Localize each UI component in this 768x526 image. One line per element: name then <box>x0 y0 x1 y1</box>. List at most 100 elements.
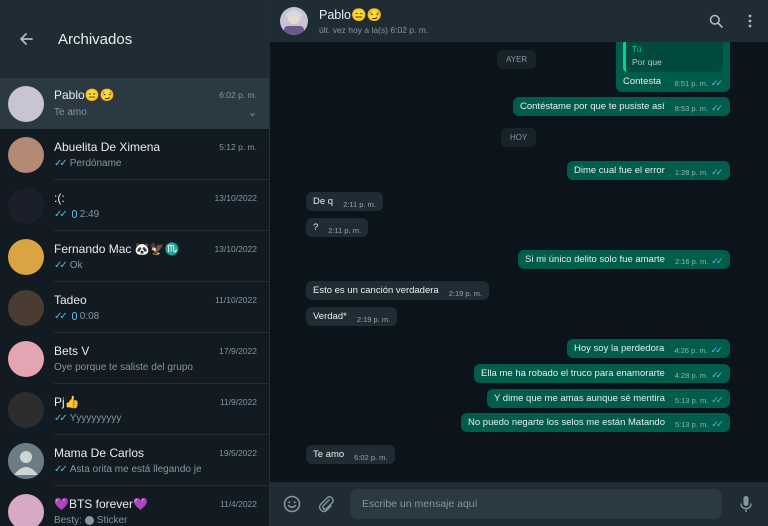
avatar[interactable] <box>8 391 44 428</box>
message-bubble-outgoing[interactable]: Y dime que me amas aunque sé mentira 5:1… <box>487 389 731 408</box>
emoji-icon[interactable] <box>282 494 302 514</box>
avatar[interactable] <box>8 442 44 479</box>
chat-item-body: Bets V 17/9/2022 Oye porque te saliste del… <box>54 333 269 384</box>
read-ticks-icon: ✓✓ <box>711 370 723 380</box>
message-text: Ella me ha robado el truco para enamorar… <box>481 368 665 379</box>
message-time: 4:26 p. m. <box>674 346 708 355</box>
contact-name: Pablo😑😏 <box>319 7 383 22</box>
chat-list-item[interactable]: Bets V 17/9/2022 Oye porque te saliste del… <box>0 333 269 384</box>
avatar[interactable] <box>8 340 44 377</box>
chat-name: Pj👍 <box>54 394 80 409</box>
message-bubble-outgoing[interactable]: Hoy soy la perdedora 4:26 p. m. ✓✓ <box>567 339 730 358</box>
conversation-panel: Pablo😑😏 últ. vez hoy a la(s) 6:02 p. m. … <box>270 0 768 526</box>
chat-item-body: 💜BTS forever💜 11/4/2022 Besty: Sticker <box>54 486 269 526</box>
preview-text: 2:49 <box>79 208 100 220</box>
message-time: 8:51 p. m. <box>674 79 708 88</box>
avatar[interactable] <box>8 85 44 122</box>
chat-list-item[interactable]: :(: 13/10/2022 ✓✓ 2:49 <box>0 180 269 231</box>
voice-note-icon <box>71 312 77 320</box>
message-bubble-outgoing[interactable]: Contéstame por que te pusiste así 8:53 p… <box>513 97 731 116</box>
chat-list-item[interactable]: Tadeo 11/10/2022 ✓✓ 0:08 <box>0 282 269 333</box>
avatar[interactable] <box>8 136 44 173</box>
whatsapp-app: Archivados Pablo😑😏 6:02 p. m. Te amo ⌄ Abuel… <box>0 0 768 526</box>
contact-info[interactable]: Pablo😑😏 últ. vez hoy a la(s) 6:02 p. m. <box>319 8 708 35</box>
message-bubble-incoming[interactable]: De q 2:11 p. m. <box>306 192 383 211</box>
chat-item-body: Mama De Carlos 19/5/2022 ✓✓ Asta orita me e… <box>54 435 269 486</box>
message-bubble-incoming[interactable]: ? 2:11 p. m. <box>306 218 369 237</box>
chat-item-preview-row: ✓✓ Perdóname <box>54 158 257 169</box>
avatar[interactable] <box>8 493 44 526</box>
back-arrow-icon[interactable] <box>16 29 36 49</box>
read-ticks-icon: ✓✓ <box>711 395 723 405</box>
chevron-down-icon[interactable]: ⌄ <box>248 106 257 119</box>
contact-avatar[interactable] <box>280 7 308 35</box>
message-text: ? <box>313 222 319 233</box>
preview-sender: Besty: <box>54 514 82 526</box>
message-bubble-outgoing[interactable]: No puedo negarte los selos me están Mata… <box>461 413 731 432</box>
attach-icon[interactable] <box>316 494 336 514</box>
avatar[interactable] <box>8 289 44 326</box>
read-ticks-icon: ✓✓ <box>711 256 723 266</box>
conversation-header[interactable]: Pablo😑😏 últ. vez hoy a la(s) 6:02 p. m. <box>270 0 768 42</box>
message-time: 5:13 p. m. <box>675 420 709 429</box>
message-text: Esto es un canción verdadera <box>313 285 439 296</box>
chat-item-header: Abuelita De Ximena 5:12 p. m. <box>54 140 257 154</box>
chat-preview: Besty: Sticker <box>54 515 127 526</box>
message-bubble-outgoing[interactable]: Tú Por que Contesta 8:51 p. m. ✓✓ <box>616 42 730 92</box>
chat-list-item[interactable]: Pj👍 11/9/2022 ✓✓ Yyyyyyyyyy <box>0 384 269 435</box>
message-bubble-incoming[interactable]: Te amo 6:02 p. m. <box>306 445 395 464</box>
search-icon[interactable] <box>708 13 724 29</box>
preview-text: Perdóname <box>69 157 122 169</box>
date-chip: HOY <box>501 128 537 147</box>
chat-list-item[interactable]: Pablo😑😏 6:02 p. m. Te amo ⌄ <box>0 78 269 129</box>
read-ticks-icon: ✓✓ <box>710 345 723 355</box>
chat-list-item[interactable]: Abuelita De Ximena 5:12 p. m. ✓✓ Perdóname <box>0 129 269 180</box>
chat-list-item[interactable]: Fernando Mac 🐼🦅♏ 13/10/2022 ✓✓ Ok <box>0 231 269 282</box>
menu-dots-icon[interactable] <box>742 13 758 29</box>
message-bubble-outgoing[interactable]: Si mi único delito solo fue amarte 2:16 … <box>518 250 731 269</box>
chat-time: 13/10/2022 <box>214 243 257 254</box>
message-text: Hoy soy la perdedora <box>574 343 665 354</box>
chat-name: Abuelita De Ximena <box>54 139 161 154</box>
message-bubble-outgoing[interactable]: Dime cual fue el error 1:28 p. m. ✓✓ <box>567 161 731 180</box>
message-area[interactable]: Tú Por que Contesta 8:51 p. m. ✓✓ AYER Co… <box>270 42 768 482</box>
message-bubble-incoming[interactable]: Esto es un canción verdadera 2:19 p. m. <box>306 281 490 300</box>
message-input[interactable] <box>350 489 722 519</box>
chat-preview: ✓✓ Ok <box>54 260 83 271</box>
chat-list-item[interactable]: Mama De Carlos 19/5/2022 ✓✓ Asta orita me e… <box>0 435 269 486</box>
avatar[interactable] <box>8 238 44 275</box>
message-text: Y dime que me amas aunque sé mentira <box>494 393 665 404</box>
chat-item-header: Pablo😑😏 6:02 p. m. <box>54 88 257 102</box>
message-bubble-outgoing[interactable]: Ella me ha robado el truco para enamorar… <box>474 364 731 383</box>
chat-name: Fernando Mac 🐼🦅♏ <box>54 241 180 256</box>
message-meta: 2:11 p. m. <box>343 200 376 209</box>
chat-item-body: Abuelita De Ximena 5:12 p. m. ✓✓ Perdóname <box>54 129 269 180</box>
chat-item-header: 💜BTS forever💜 11/4/2022 <box>54 497 257 511</box>
read-ticks-icon: ✓✓ <box>54 259 68 271</box>
chat-item-body: Fernando Mac 🐼🦅♏ 13/10/2022 ✓✓ Ok <box>54 231 269 282</box>
chat-item-body: :(: 13/10/2022 ✓✓ 2:49 <box>54 180 269 231</box>
read-ticks-icon: ✓✓ <box>54 208 68 220</box>
chat-time: 17/9/2022 <box>219 345 257 356</box>
message-text: Te amo <box>313 449 345 460</box>
message-meta: 2:11 p. m. <box>328 226 361 235</box>
microphone-icon[interactable] <box>736 494 756 514</box>
preview-text: Te amo <box>54 106 87 118</box>
quoted-message[interactable]: Tú Por que <box>623 42 723 72</box>
chat-list-item[interactable]: 💜BTS forever💜 11/4/2022 Besty: Sticker <box>0 486 269 526</box>
read-ticks-icon: ✓✓ <box>54 157 68 169</box>
message-time: 1:28 p. m. <box>674 168 709 177</box>
message-time: 2:19 p. m. <box>448 289 483 298</box>
chat-name: Pablo😑😏 <box>54 87 115 102</box>
message-meta: 5:13 p. m. ✓✓ <box>675 395 723 406</box>
chat-item-header: Bets V 17/9/2022 <box>54 344 257 358</box>
chat-name: Bets V <box>54 343 90 358</box>
message-meta: 6:02 p. m. <box>354 453 387 462</box>
chat-item-header: Tadeo 11/10/2022 <box>54 293 257 307</box>
quote-sender: Tú <box>632 45 642 54</box>
message-text: De q <box>313 196 334 207</box>
avatar[interactable] <box>8 187 44 224</box>
message-bubble-incoming[interactable]: Verdad* 2:19 p. m. <box>306 307 398 326</box>
preview-text: Asta orita me está llegando je <box>69 463 202 475</box>
chat-time: 5:12 p. m. <box>219 141 257 152</box>
